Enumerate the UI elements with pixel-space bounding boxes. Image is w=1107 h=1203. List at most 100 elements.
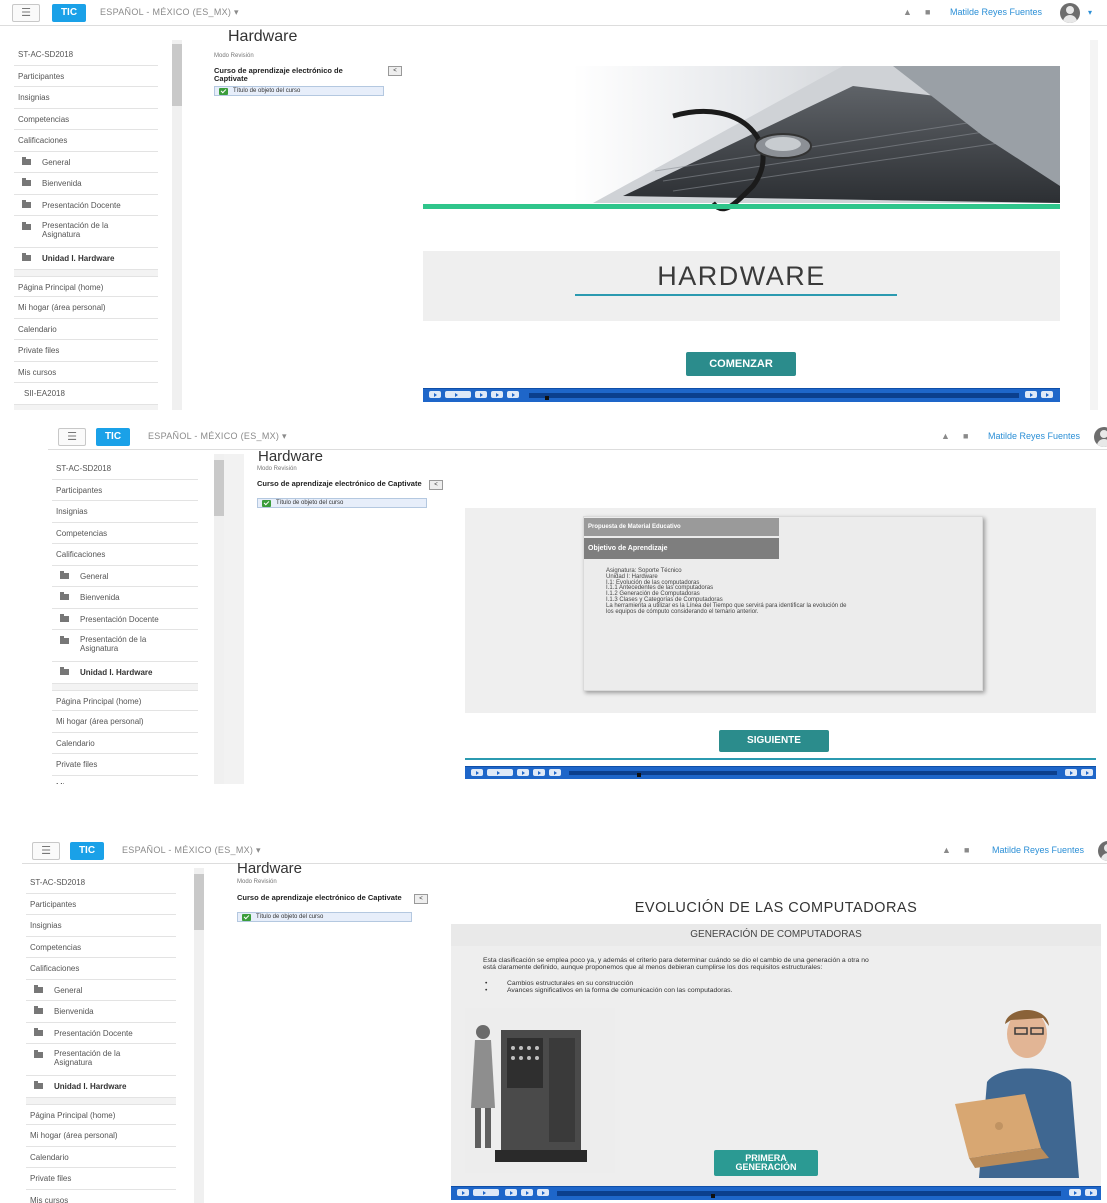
back-button[interactable] [505, 1189, 517, 1196]
sidebar-item-bienvenida[interactable]: Bienvenida [52, 587, 198, 609]
toc-collapse-button[interactable]: < [388, 66, 402, 76]
back-button[interactable] [517, 769, 529, 776]
exit-button[interactable] [537, 1189, 549, 1196]
avatar[interactable] [1060, 3, 1080, 23]
user-menu-link[interactable]: Matilde Reyes Fuentes [988, 431, 1080, 441]
sidebar-item-calificaciones[interactable]: Calificaciones [52, 544, 198, 566]
sidebar-item-participantes[interactable]: Participantes [26, 893, 176, 915]
sidebar-item-private-files[interactable]: Private files [26, 1168, 176, 1190]
sidebar-item-insignias[interactable]: Insignias [26, 915, 176, 937]
scrollbar-thumb[interactable] [214, 460, 224, 516]
scrollbar-thumb[interactable] [172, 44, 182, 106]
toc-item[interactable]: Título de objeto del curso [257, 498, 427, 508]
rewind-button[interactable] [457, 1189, 469, 1196]
progress-track[interactable] [569, 771, 1057, 775]
menu-toggle-button[interactable]: ☰ [58, 428, 86, 446]
chevron-down-icon[interactable]: ▾ [1088, 8, 1092, 17]
audio-button[interactable] [1069, 1189, 1081, 1196]
page-scrollbar[interactable] [1090, 40, 1098, 410]
sidebar-item-presentacion-de-la-asignatura[interactable]: Presentación de la Asignatura [14, 216, 158, 248]
play-button[interactable] [487, 769, 513, 776]
sidebar-item-pagina-principal-home[interactable]: Página Principal (home) [52, 689, 198, 711]
siguiente-button[interactable]: SIGUIENTE [719, 730, 829, 752]
forward-button[interactable] [521, 1189, 533, 1196]
brand-button[interactable]: TIC [96, 428, 130, 446]
bell-icon[interactable]: ▲ [903, 7, 912, 17]
bell-icon[interactable]: ▲ [941, 431, 950, 441]
sidebar-item-mi-hogar-area-personal[interactable]: Mi hogar (área personal) [14, 297, 158, 319]
primera-generacion-button[interactable]: PRIMERA GENERACIÓN [714, 1150, 818, 1176]
menu-toggle-button[interactable]: ☰ [12, 4, 40, 22]
play-button[interactable] [445, 391, 471, 398]
comenzar-button[interactable]: COMENZAR [686, 352, 796, 376]
toc-item[interactable]: Título de objeto del curso [214, 86, 384, 96]
brand-button[interactable]: TIC [70, 842, 104, 860]
sidebar-item-pagina-principal-home[interactable]: Página Principal (home) [14, 275, 158, 297]
sidebar-item-mis-cursos[interactable]: Mis cursos [26, 1189, 176, 1203]
progress-track[interactable] [529, 393, 1019, 398]
exit-button[interactable] [507, 391, 519, 398]
chat-icon[interactable]: ■ [963, 431, 968, 441]
sidebar-item-st-ac-sd2018[interactable]: ST-AC-SD2018 [52, 458, 198, 480]
progress-marker[interactable] [545, 396, 549, 400]
menu-toggle-button[interactable]: ☰ [32, 842, 60, 860]
sidebar-item-presentacion-docente[interactable]: Presentación Docente [26, 1022, 176, 1044]
sidebar-item-unidad-i-hardware[interactable]: Unidad I. Hardware [14, 248, 158, 270]
sidebar-item-bienvenida[interactable]: Bienvenida [14, 173, 158, 195]
sidebar-item-presentacion-de-la-asignatura[interactable]: Presentación de la Asignatura [52, 630, 198, 662]
sidebar-item-mis-cursos[interactable]: Mis cursos [52, 775, 198, 784]
progress-marker[interactable] [711, 1194, 715, 1198]
sidebar-item-unidad-i-hardware[interactable]: Unidad I. Hardware [52, 662, 198, 684]
playback-control-bar[interactable] [451, 1186, 1101, 1200]
brand-button[interactable]: TIC [52, 4, 86, 22]
avatar[interactable] [1098, 841, 1107, 861]
settings-button[interactable] [1081, 769, 1093, 776]
language-selector[interactable]: ESPAÑOL - MÉXICO (ES_MX) ▾ [100, 7, 239, 18]
settings-button[interactable] [1041, 391, 1053, 398]
back-button[interactable] [475, 391, 487, 398]
chat-icon[interactable]: ■ [964, 845, 969, 855]
sidebar-item-calendario[interactable]: Calendario [14, 318, 158, 340]
sidebar-item-bienvenida[interactable]: Bienvenida [26, 1001, 176, 1023]
audio-button[interactable] [1025, 391, 1037, 398]
playback-control-bar[interactable] [465, 766, 1096, 779]
avatar[interactable] [1094, 427, 1107, 447]
toc-item[interactable]: Título de objeto del curso [237, 912, 412, 922]
settings-button[interactable] [1085, 1189, 1097, 1196]
progress-track[interactable] [557, 1191, 1061, 1196]
rewind-button[interactable] [471, 769, 483, 776]
rewind-button[interactable] [429, 391, 441, 398]
sidebar-item-st-ac-sd2018[interactable]: ST-AC-SD2018 [14, 44, 158, 66]
sidebar-item-presentacion-de-la-asignatura[interactable]: Presentación de la Asignatura [26, 1044, 176, 1076]
sidebar-item-general[interactable]: General [14, 151, 158, 173]
sidebar-item-private-files[interactable]: Private files [52, 754, 198, 776]
sidebar-item-competencias[interactable]: Competencias [52, 522, 198, 544]
sidebar-item-private-files[interactable]: Private files [14, 340, 158, 362]
chat-icon[interactable]: ■ [925, 7, 930, 17]
sidebar-item-calificaciones[interactable]: Calificaciones [14, 130, 158, 152]
sidebar-item-mi-hogar-area-personal[interactable]: Mi hogar (área personal) [52, 711, 198, 733]
sidebar-item-unidad-i-hardware[interactable]: Unidad I. Hardware [26, 1076, 176, 1098]
progress-marker[interactable] [637, 773, 641, 777]
sidebar-item-mis-cursos[interactable]: Mis cursos [14, 361, 158, 383]
toc-collapse-button[interactable]: < [429, 480, 443, 490]
user-menu-link[interactable]: Matilde Reyes Fuentes [950, 7, 1042, 17]
sidebar-item-mi-hogar-area-personal[interactable]: Mi hogar (área personal) [26, 1125, 176, 1147]
language-selector[interactable]: ESPAÑOL - MÉXICO (ES_MX) ▾ [148, 431, 287, 442]
exit-button[interactable] [549, 769, 561, 776]
sidebar-item-presentacion-docente[interactable]: Presentación Docente [52, 608, 198, 630]
sidebar-item-general[interactable]: General [26, 979, 176, 1001]
sidebar-item-pagina-principal-home[interactable]: Página Principal (home) [26, 1103, 176, 1125]
sidebar-item-insignias[interactable]: Insignias [14, 87, 158, 109]
user-menu-link[interactable]: Matilde Reyes Fuentes [992, 845, 1084, 855]
sidebar-item-participantes[interactable]: Participantes [14, 65, 158, 87]
bell-icon[interactable]: ▲ [942, 845, 951, 855]
sidebar-item-calificaciones[interactable]: Calificaciones [26, 958, 176, 980]
scrollbar-thumb[interactable] [194, 874, 204, 930]
language-selector[interactable]: ESPAÑOL - MÉXICO (ES_MX) ▾ [122, 845, 261, 856]
audio-button[interactable] [1065, 769, 1077, 776]
toc-collapse-button[interactable]: < [414, 894, 428, 904]
playback-control-bar[interactable] [423, 388, 1060, 402]
sidebar-item-insignias[interactable]: Insignias [52, 501, 198, 523]
sidebar-item-general[interactable]: General [52, 565, 198, 587]
